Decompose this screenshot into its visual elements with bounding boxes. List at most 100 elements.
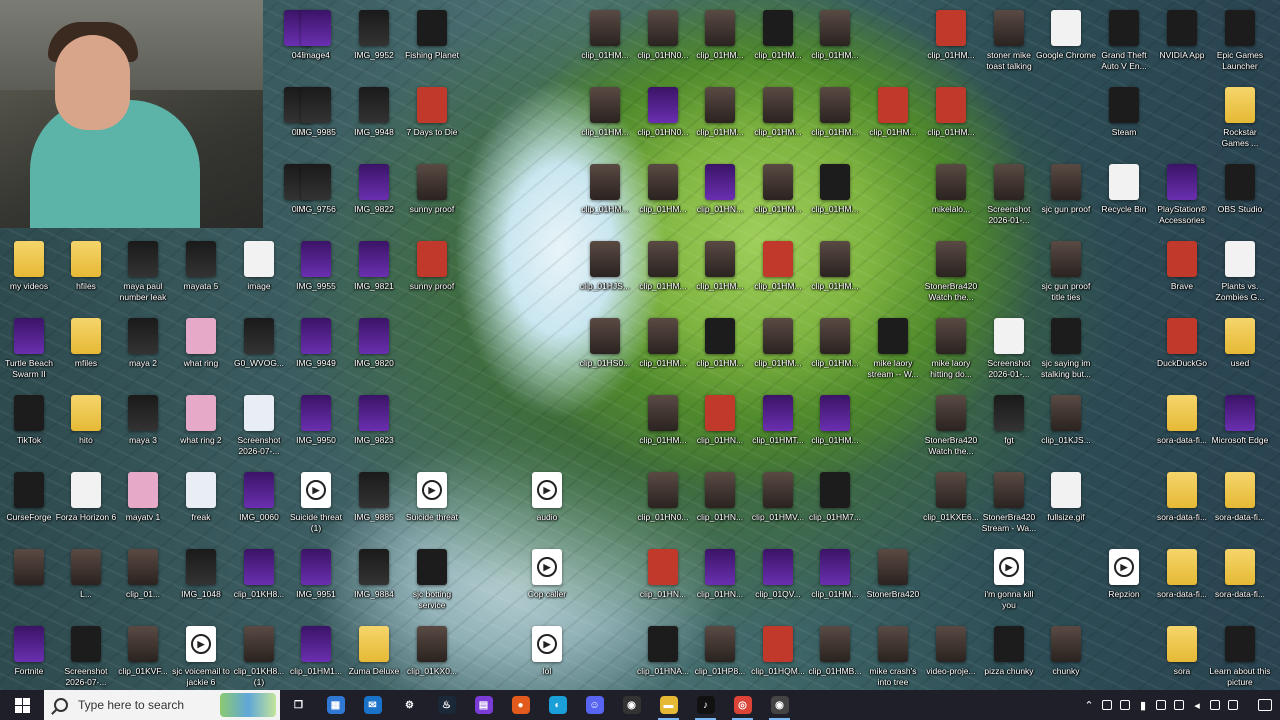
desktop-icon[interactable]: clip_01HM7... — [806, 470, 864, 542]
desktop-icon[interactable]: image4 — [287, 8, 345, 80]
desktop-icon[interactable]: used — [1211, 316, 1269, 388]
desktop-icon[interactable]: mike laory stream -- W... — [864, 316, 922, 388]
desktop-icon[interactable]: ▶ lol — [518, 624, 576, 696]
desktop-icon[interactable]: IMG_9820 — [345, 316, 403, 388]
desktop-icon[interactable]: clip_01HN0... — [634, 470, 692, 542]
desktop-icon[interactable]: IMG_9822 — [345, 162, 403, 234]
desktop-icon[interactable]: sjc saying im stalking but... — [1037, 316, 1095, 388]
desktop-icon[interactable]: sora-data-fi... — [1211, 547, 1269, 619]
desktop-icon[interactable]: IMG_9756 — [287, 162, 345, 234]
desktop-icon[interactable]: ▶ Cop caller — [518, 547, 576, 619]
desktop-icon[interactable]: maya paul number leak — [114, 239, 172, 311]
taskbar-app-firefox[interactable]: ● — [502, 690, 539, 720]
desktop-icon[interactable]: Forza Horizon 6 — [56, 470, 116, 542]
desktop-icon[interactable]: StonerBra420 — [864, 547, 922, 619]
desktop-icon[interactable]: clip_01HMB... — [806, 624, 864, 696]
tray-app-icon[interactable] — [1153, 690, 1169, 720]
desktop-icon[interactable]: video-proje... — [922, 624, 980, 696]
tray-app-icon[interactable] — [1117, 690, 1133, 720]
desktop-icon[interactable]: Epic Games Launcher — [1211, 8, 1269, 80]
desktop-icon[interactable]: clip_01HM... — [922, 85, 980, 157]
taskbar-app-steam[interactable]: ♨ — [428, 690, 465, 720]
desktop-icon[interactable]: clip_01HM... — [634, 162, 692, 234]
desktop-icon[interactable]: DuckDuckGo — [1153, 316, 1211, 388]
desktop-icon[interactable]: sora-data-fi... — [1153, 547, 1211, 619]
network-icon[interactable] — [1171, 690, 1187, 720]
desktop-icon[interactable]: IMG_9948 — [345, 85, 403, 157]
desktop-icon[interactable]: Fortnite — [0, 624, 58, 696]
desktop-icon[interactable]: fullsize.gif — [1037, 470, 1095, 542]
desktop-icon[interactable]: sjc gun proof — [1037, 162, 1095, 234]
desktop-icon[interactable]: clip_01HM... — [691, 85, 749, 157]
desktop-icon[interactable]: sora — [1153, 624, 1211, 696]
desktop-icon[interactable]: what ring — [172, 316, 230, 388]
desktop-icon[interactable]: StonerBra420 Watch the... — [922, 393, 980, 465]
desktop-icon[interactable]: ▶ sjc voicemail to jackie 6 — [172, 624, 230, 696]
desktop-icon[interactable]: IMG_9823 — [345, 393, 403, 465]
desktop-icon[interactable]: sora-data-fi... — [1153, 393, 1211, 465]
desktop-icon[interactable]: pizza chunky — [980, 624, 1038, 696]
desktop-icon[interactable]: clip_01HM... — [749, 239, 807, 311]
desktop-icon[interactable]: ▶ Repzion — [1095, 547, 1153, 619]
desktop-icon[interactable]: IMG_9951 — [287, 547, 345, 619]
desktop-icon[interactable]: Turtle Beach Swarm II — [0, 316, 58, 388]
desktop-icon[interactable]: clip_01HM... — [576, 85, 634, 157]
desktop-icon[interactable]: my videos — [0, 239, 58, 311]
desktop-icon[interactable]: clip_01HMT... — [749, 393, 807, 465]
tray-app-icon[interactable] — [1207, 690, 1223, 720]
desktop-icon[interactable]: Fishing Planet — [403, 8, 461, 80]
desktop-icon[interactable]: NVIDIA App — [1153, 8, 1211, 80]
desktop-icon[interactable]: clip_01HM... — [806, 85, 864, 157]
desktop-icon[interactable]: Google Chrome — [1036, 8, 1096, 80]
desktop-icon[interactable]: clip_01HN... — [691, 547, 749, 619]
desktop-icon[interactable]: clip_01KJS... — [1037, 393, 1095, 465]
desktop-icon[interactable]: clip_01HN... — [691, 393, 749, 465]
desktop-icon[interactable]: fgt — [980, 393, 1038, 465]
desktop-icon[interactable]: hfiles — [57, 239, 115, 311]
desktop-icon[interactable]: maya 3 — [114, 393, 172, 465]
notification-center-icon[interactable] — [1250, 690, 1280, 720]
desktop-icon[interactable]: sjc botting service — [403, 547, 461, 619]
desktop-icon[interactable]: Steam — [1095, 85, 1153, 157]
desktop-icon[interactable]: Screenshot 2026-01-... — [980, 162, 1038, 234]
desktop-icon[interactable]: clip_01HM... — [634, 393, 692, 465]
taskbar-app-outlook[interactable]: ✉ — [354, 690, 391, 720]
desktop-icon[interactable]: clip_01HN... — [634, 547, 692, 619]
desktop-icon[interactable]: clip_01HM... — [749, 8, 807, 80]
desktop-icon[interactable]: Screenshot 2026-07-... — [230, 393, 288, 465]
desktop-icon[interactable]: Zuma Deluxe — [345, 624, 403, 696]
taskbar-app-settings[interactable]: ⚙ — [391, 690, 428, 720]
desktop-icon[interactable]: clip_01... — [114, 547, 172, 619]
desktop-icon[interactable]: chunky — [1037, 624, 1095, 696]
show-hidden-icons-chevron-icon[interactable]: ⌃ — [1081, 690, 1097, 720]
desktop-icon[interactable]: clip_01HM... — [749, 316, 807, 388]
desktop-icon[interactable]: clip_01HM... — [634, 316, 692, 388]
desktop-icon[interactable]: clip_01HM... — [691, 316, 749, 388]
desktop-icon[interactable]: clip_01HN... — [691, 470, 749, 542]
taskbar-app-chrome[interactable]: ◎ — [724, 690, 761, 720]
taskbar-app-obs[interactable]: ◉ — [613, 690, 650, 720]
desktop-icon[interactable]: clip_01HM... — [806, 8, 864, 80]
desktop-icon[interactable]: ▶ Suicide threat (1) — [287, 470, 345, 542]
desktop-icon[interactable]: Recycle Bin — [1095, 162, 1153, 234]
taskbar-app-tiktok[interactable]: ♪ — [687, 690, 724, 720]
desktop-icon[interactable]: clip_01HM... — [922, 8, 980, 80]
desktop-icon[interactable]: IMG_9949 — [287, 316, 345, 388]
desktop-icon[interactable]: clip_01HM... — [691, 239, 749, 311]
desktop-icon[interactable]: IMG_9885 — [345, 470, 403, 542]
desktop-icon[interactable]: clip_01QV... — [749, 547, 807, 619]
taskbar-search-box[interactable]: Type here to search — [44, 690, 280, 720]
desktop-icon[interactable]: hito — [57, 393, 115, 465]
desktop-icon[interactable]: stoner mike toast talking — [980, 8, 1038, 80]
desktop-icon[interactable]: clip_01HM... — [806, 162, 864, 234]
start-button[interactable] — [0, 690, 44, 720]
desktop-icon[interactable]: mfiles — [57, 316, 115, 388]
desktop-icon[interactable]: clip_01HN... — [691, 162, 749, 234]
desktop-icon[interactable]: image — [230, 239, 288, 311]
taskbar-app-task-view[interactable]: ❒ — [280, 690, 317, 720]
desktop-icon[interactable]: IMG_9985 — [287, 85, 345, 157]
desktop-icon[interactable]: clip_01HP8... — [691, 624, 749, 696]
desktop-icon[interactable]: Screenshot 2026-07-... — [57, 624, 115, 696]
desktop-icon[interactable]: clip_01KH8... — [230, 547, 288, 619]
desktop-icon[interactable]: Microsoft Edge — [1211, 393, 1269, 465]
